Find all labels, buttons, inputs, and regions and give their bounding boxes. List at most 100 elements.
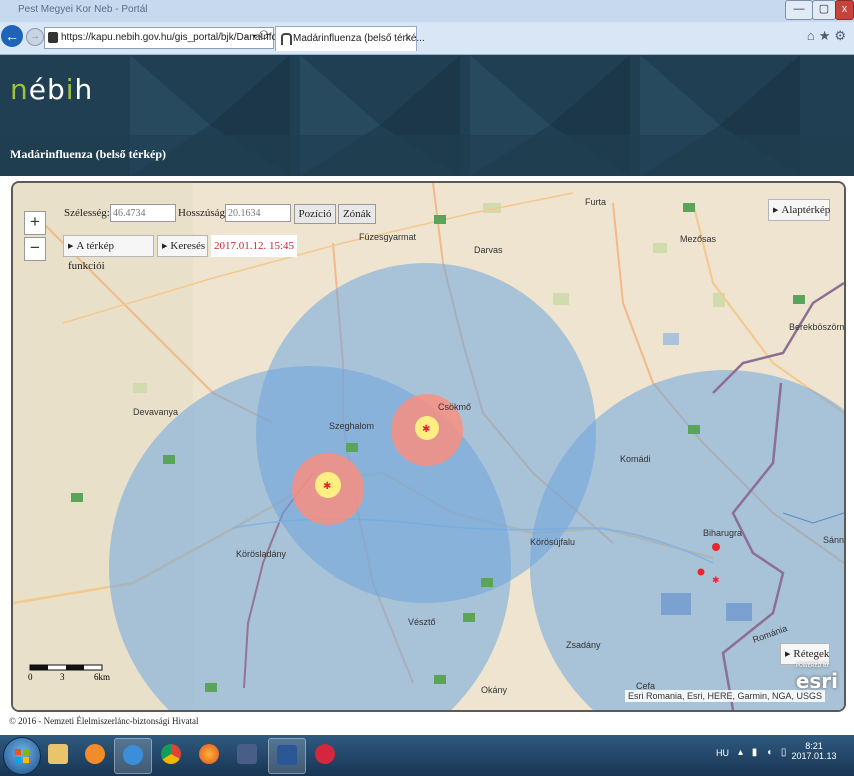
road-shield [683, 203, 695, 212]
search-lock-refresh-icons[interactable]: ⌕ ▾ ⟳ [244, 31, 270, 42]
place-label: Devavanya [133, 407, 178, 417]
start-button[interactable] [3, 737, 41, 775]
place-label: Mezősas [680, 234, 717, 244]
date-label: 2017.01.12. 15:45 [211, 235, 298, 257]
media-player-icon[interactable] [77, 738, 113, 772]
zoom-out-button[interactable]: − [24, 237, 46, 261]
place-label: Füzesgyarmat [359, 232, 417, 242]
longitude-label: Hosszúság: [178, 207, 229, 219]
clock[interactable]: 8:21 2017.01.13 [786, 741, 842, 761]
longitude-input[interactable]: 20.1634 [225, 204, 291, 222]
scale-bar: 0 3 6km [28, 663, 110, 682]
esri-logo[interactable]: POWERED BY esri [796, 663, 838, 693]
minimize-button[interactable]: — [785, 0, 813, 20]
map-view[interactable]: ✱ ✱ ✱ Furta Füzesgyarmat Darvas Mezősas … [11, 181, 846, 712]
windows-taskbar: HU ▴ ▮ ◖ ▯ 8:21 2017.01.13 [0, 735, 854, 776]
mail-icon[interactable] [307, 738, 343, 772]
road-shield [793, 295, 805, 304]
scale-label: 6km [94, 672, 111, 682]
internet-explorer-icon[interactable] [114, 738, 152, 774]
word-icon[interactable] [268, 738, 306, 774]
green-patch [133, 383, 147, 393]
nebih-logo: nébih [10, 73, 94, 106]
back-button[interactable]: ← [1, 25, 23, 47]
firefox-icon[interactable] [191, 738, 227, 772]
copyright-footer: © 2016 - Nemzeti Élelmiszerlánc-biztonsá… [9, 716, 199, 726]
road-shield [163, 455, 175, 464]
basemap-button[interactable]: ▶ Alaptérkép [768, 199, 830, 221]
road-shield [463, 613, 475, 622]
close-window-button[interactable]: x [835, 0, 854, 20]
place-label: Sánni [823, 535, 844, 545]
forward-button[interactable]: → [26, 28, 44, 46]
favicon-icon [281, 33, 292, 45]
triangle-right-icon: ▶ [162, 242, 168, 250]
map-canvas[interactable]: ✱ ✱ ✱ Furta Füzesgyarmat Darvas Mezősas … [13, 183, 844, 710]
latitude-label: Szélesség: [64, 207, 110, 219]
window-titlebar: Pest Megyei Kor Neb - Portál — ▢ x [0, 0, 854, 22]
zones-button[interactable]: Zónák [338, 204, 376, 224]
zoom-in-button[interactable]: + [24, 211, 46, 235]
road-shield [434, 215, 446, 224]
road-shield [346, 443, 358, 452]
road-shield [481, 578, 493, 587]
browser-navbar: ← → https://kapu.nebih.gov.hu/gis_portal… [0, 22, 854, 55]
road-shield [434, 675, 446, 684]
place-label: Komádi [620, 454, 651, 464]
outbreak-point[interactable] [712, 543, 720, 551]
system-tray: HU ▴ ▮ ◖ ▯ 8:21 2017.01.13 [716, 739, 846, 771]
page-icon [48, 32, 58, 43]
page-title: Madárinfluenza (belső térkép) [10, 147, 166, 161]
place-label: Körösújfalu [530, 537, 575, 547]
chrome-icon[interactable] [153, 738, 189, 772]
road-shield [71, 493, 83, 502]
latitude-input[interactable]: 46.4734 [110, 204, 176, 222]
tray-icons[interactable]: ▴ ▮ ◖ ▯ [738, 747, 789, 758]
triangle-right-icon: ▶ [785, 650, 791, 658]
outbreak-point[interactable] [697, 568, 705, 576]
maximize-button[interactable]: ▢ [812, 0, 836, 20]
layers-button[interactable]: ▶ Rétegek [780, 643, 830, 665]
home-icon[interactable]: ⌂ [807, 28, 819, 43]
arrow-right-icon: → [30, 31, 40, 42]
outbreak-marker[interactable]: ✱ [323, 481, 331, 492]
triangle-right-icon: ▶ [773, 206, 779, 214]
save-icon[interactable] [229, 738, 265, 772]
place-label: Vésztő [408, 617, 436, 627]
place-label: Berekböszörmény [789, 322, 844, 332]
arrow-left-icon: ← [5, 28, 19, 44]
zoom-control: + − [24, 211, 46, 261]
language-indicator[interactable]: HU [716, 748, 729, 758]
star-icon[interactable]: ★ [819, 28, 835, 43]
windows-logo-icon [15, 749, 29, 763]
lake [726, 603, 752, 621]
outbreak-marker[interactable]: ✱ [422, 424, 430, 435]
site-header: nébih Madárinfluenza (belső térkép) [0, 55, 854, 176]
place-label: Csökmő [438, 402, 471, 412]
tab-madarinfluenza[interactable]: Madárinfluenza (belső térké... × [275, 26, 425, 51]
place-label: Zsadány [566, 640, 601, 650]
place-label: Biharugra [703, 528, 742, 538]
position-button[interactable]: Pozíció [294, 204, 336, 224]
place-label: Szeghalom [329, 421, 374, 431]
road-shield [688, 425, 700, 434]
scale-label: 3 [60, 672, 65, 682]
triangle-right-icon: ▶ [68, 242, 74, 250]
explorer-icon[interactable] [40, 738, 76, 772]
lake [661, 593, 691, 615]
place-label: Okány [481, 685, 508, 695]
outbreak-marker[interactable]: ✱ [712, 575, 720, 585]
green-patch [653, 243, 667, 253]
address-bar[interactable]: https://kapu.nebih.gov.hu/gis_portal/bjk… [44, 27, 277, 49]
window-title: Pest Megyei Kor Neb - Portál [18, 4, 148, 15]
lake [663, 333, 679, 345]
green-patch [553, 293, 569, 305]
place-label: Furta [585, 197, 606, 207]
browser-tools: ⌂★⚙ [807, 28, 850, 44]
place-label: Körösladány [236, 549, 287, 559]
gear-icon[interactable]: ⚙ [834, 28, 850, 43]
place-label: Darvas [474, 245, 503, 255]
map-functions-button[interactable]: ▶ A térkép funkciói [63, 235, 154, 272]
search-button[interactable]: ▶ Keresés [157, 235, 208, 257]
tab-close-icon[interactable]: × [405, 32, 411, 44]
